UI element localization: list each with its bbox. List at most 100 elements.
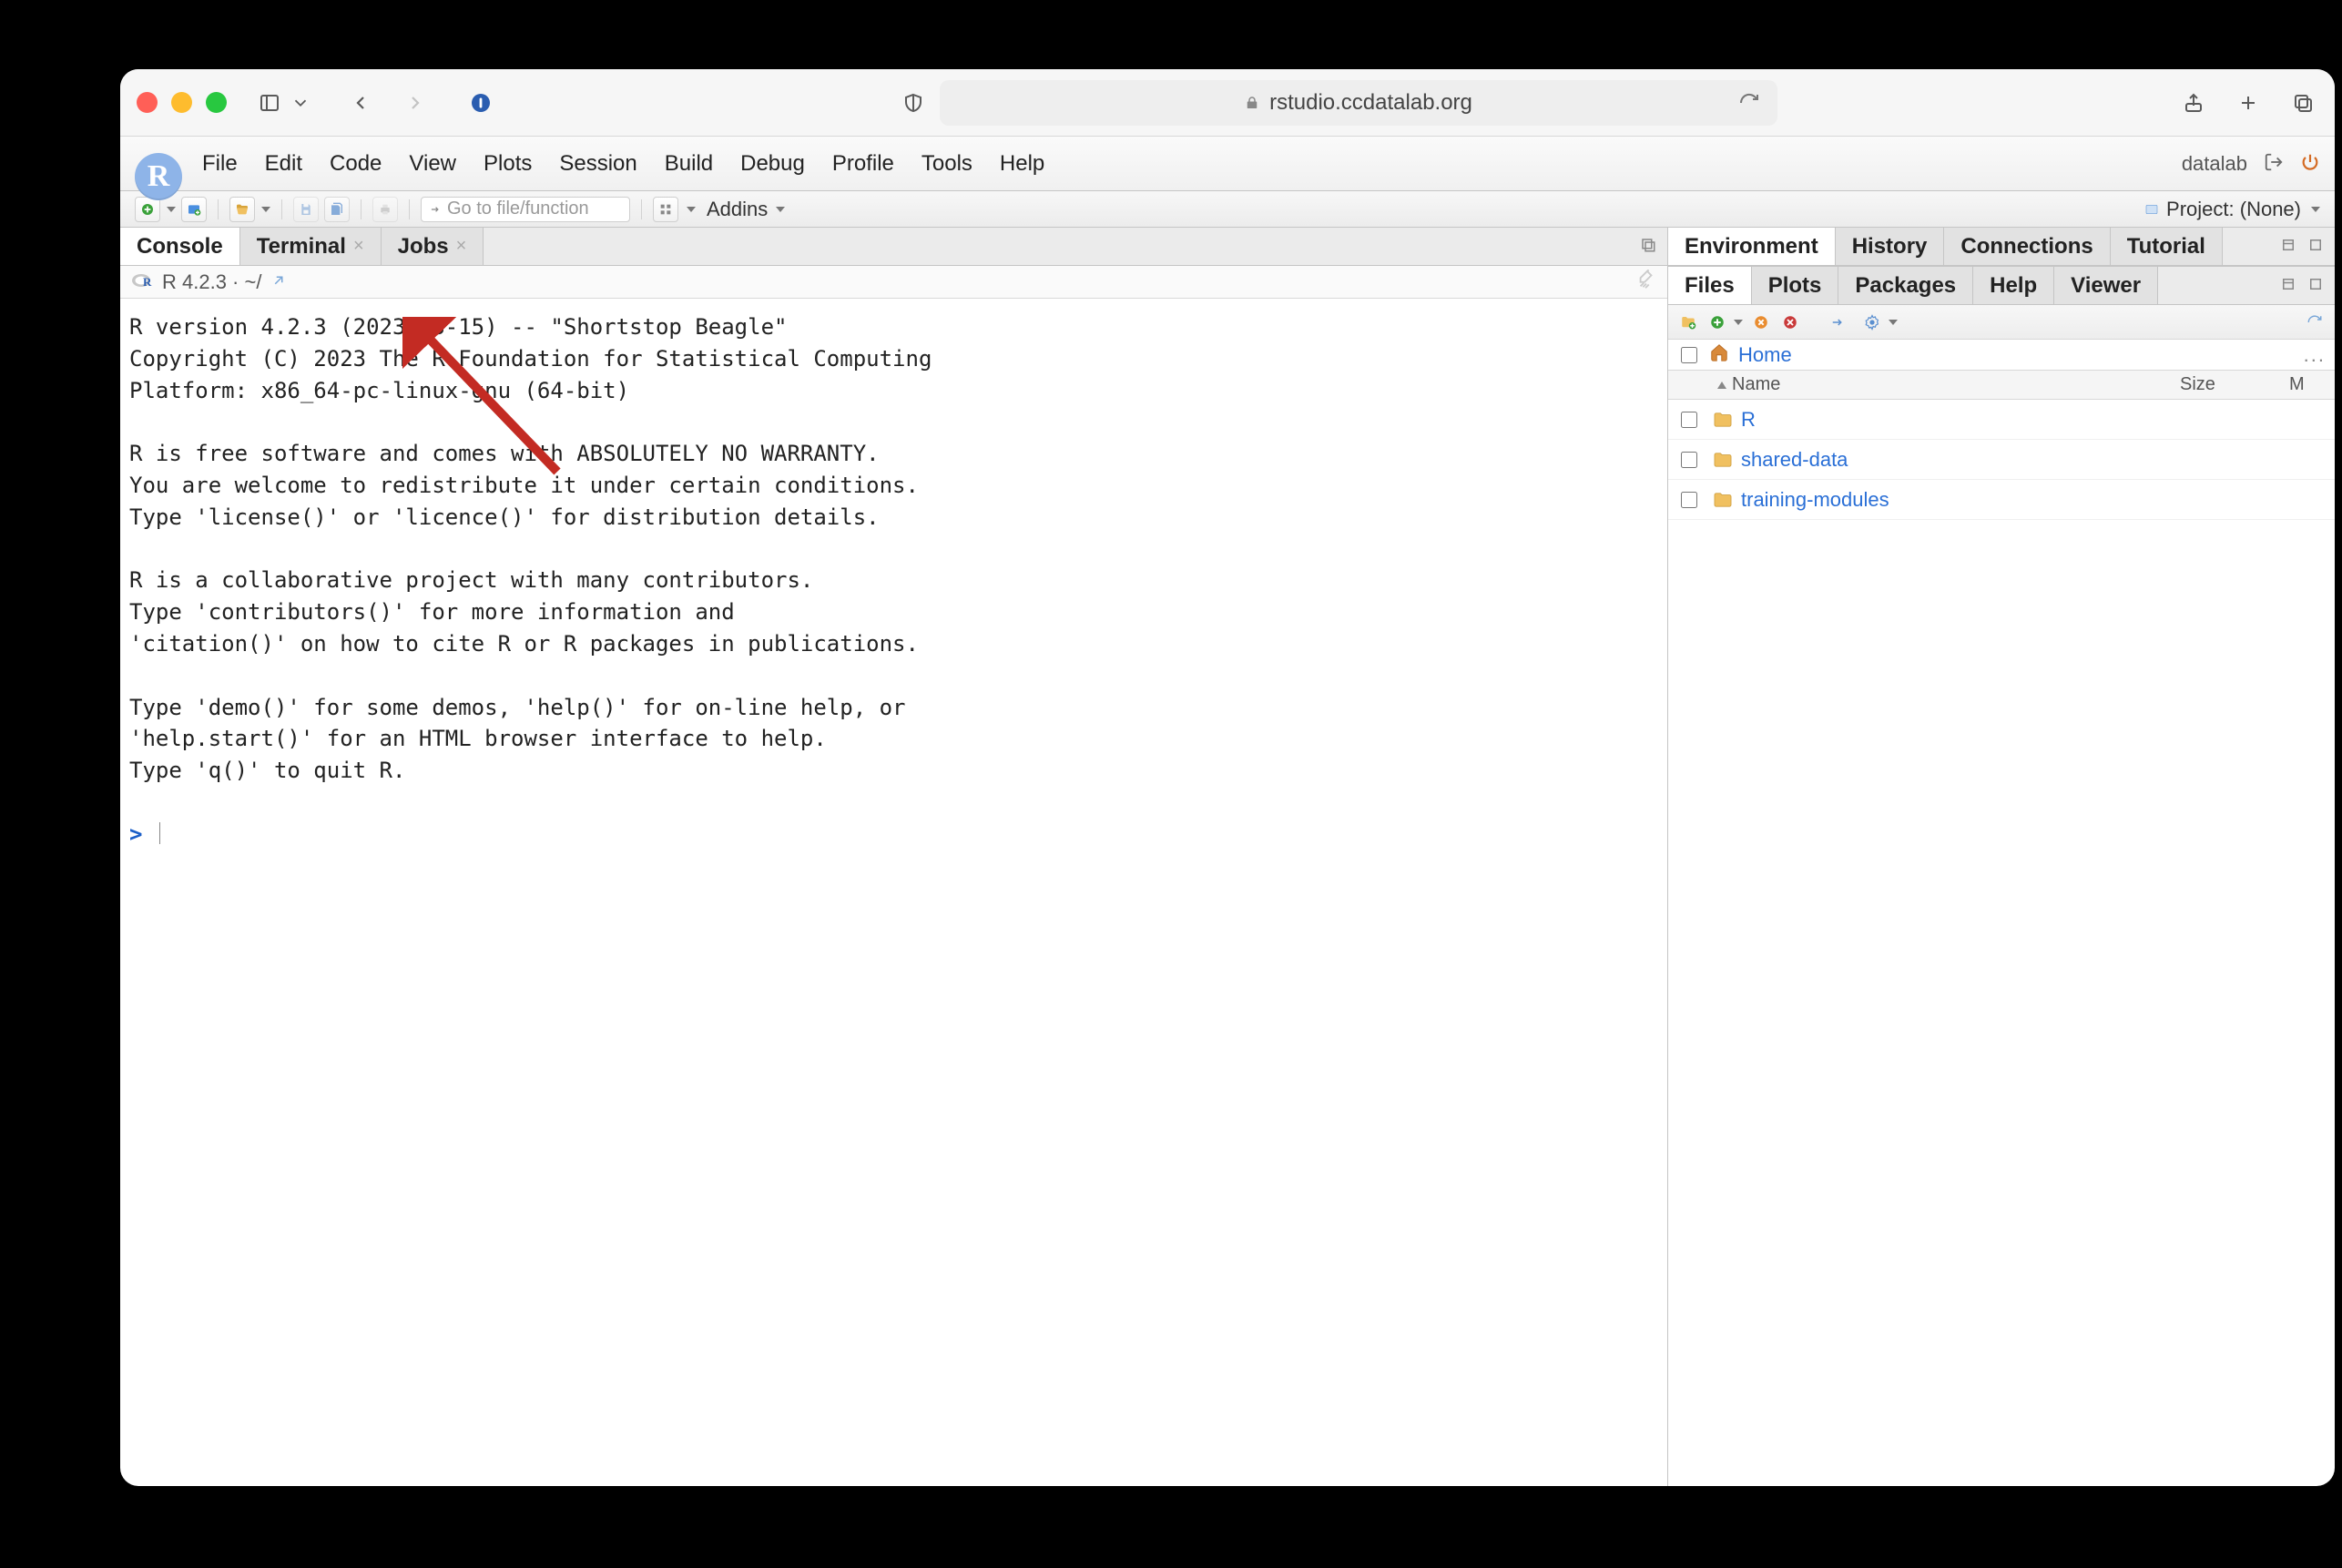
- remove-button[interactable]: [1779, 311, 1801, 333]
- select-all-checkbox[interactable]: [1681, 347, 1697, 363]
- back-button[interactable]: [345, 87, 376, 118]
- r-icon: R: [131, 269, 153, 296]
- open-file-button[interactable]: [229, 197, 255, 222]
- console-popout-icon[interactable]: [270, 270, 287, 294]
- more-caret[interactable]: [1889, 320, 1898, 325]
- breadcrumb-more[interactable]: ...: [2304, 343, 2326, 367]
- save-all-button[interactable]: [324, 197, 350, 222]
- pane-minimize-icon[interactable]: [2280, 276, 2296, 295]
- reload-button[interactable]: [1734, 87, 1765, 118]
- url-bar[interactable]: rstudio.ccdatalab.org: [940, 80, 1777, 126]
- new-project-button[interactable]: [181, 197, 207, 222]
- main-split: Console Terminal× Jobs× R R 4.2.3 · ~/ R…: [120, 228, 2335, 1486]
- tab-viewer[interactable]: Viewer: [2054, 267, 2158, 304]
- close-icon[interactable]: ×: [353, 236, 364, 257]
- console-output[interactable]: R version 4.2.3 (2023-03-15) -- "Shortst…: [120, 299, 1667, 1486]
- menu-code[interactable]: Code: [330, 151, 382, 177]
- menu-tools[interactable]: Tools: [922, 151, 972, 177]
- goto-placeholder: Go to file/function: [447, 199, 589, 219]
- tab-console[interactable]: Console: [120, 228, 240, 265]
- tab-packages[interactable]: Packages: [1838, 267, 1973, 304]
- menu-debug[interactable]: Debug: [740, 151, 805, 177]
- file-name[interactable]: training-modules: [1737, 488, 2171, 512]
- row-checkbox[interactable]: [1681, 412, 1697, 428]
- tab-environment[interactable]: Environment: [1668, 228, 1836, 265]
- menu-plots[interactable]: Plots: [484, 151, 532, 177]
- tab-connections[interactable]: Connections: [1944, 228, 2110, 265]
- files-toolbar: [1668, 305, 2335, 340]
- col-modified[interactable]: M: [2280, 374, 2335, 395]
- home-icon[interactable]: [1709, 342, 1729, 368]
- close-icon[interactable]: ×: [456, 236, 467, 257]
- pane-popout-icon[interactable]: [1640, 237, 1656, 256]
- new-folder-button[interactable]: [1677, 311, 1699, 333]
- save-button[interactable]: [293, 197, 319, 222]
- shield-icon[interactable]: [898, 87, 929, 118]
- breadcrumb-home[interactable]: Home: [1738, 343, 1792, 367]
- tab-history[interactable]: History: [1836, 228, 1945, 265]
- file-name[interactable]: shared-data: [1737, 448, 2171, 472]
- delete-button[interactable]: [1750, 311, 1772, 333]
- print-button[interactable]: [372, 197, 398, 222]
- file-row[interactable]: R: [1668, 400, 2335, 440]
- pane-maximize-icon[interactable]: [2307, 276, 2324, 295]
- tab-jobs[interactable]: Jobs×: [382, 228, 484, 265]
- project-label[interactable]: Project: (None): [2166, 198, 2301, 221]
- tab-tutorial[interactable]: Tutorial: [2111, 228, 2223, 265]
- file-row[interactable]: shared-data: [1668, 440, 2335, 480]
- open-recent-caret[interactable]: [261, 207, 270, 212]
- file-name[interactable]: R: [1737, 408, 2171, 432]
- menu-session[interactable]: Session: [559, 151, 636, 177]
- file-row[interactable]: training-modules: [1668, 480, 2335, 520]
- refresh-button[interactable]: [2304, 311, 2326, 333]
- upload-caret[interactable]: [1734, 320, 1743, 325]
- app-toolbar: Go to file/function Addins Project: (Non…: [120, 191, 2335, 228]
- new-tab-icon[interactable]: [2233, 87, 2264, 118]
- row-checkbox[interactable]: [1681, 452, 1697, 468]
- more-options-button[interactable]: [1861, 311, 1883, 333]
- lock-icon: [1244, 95, 1260, 111]
- new-file-button[interactable]: [135, 197, 160, 222]
- tab-files[interactable]: Files: [1668, 267, 1752, 304]
- power-icon[interactable]: [2300, 152, 2320, 175]
- addins-menu[interactable]: Addins: [707, 198, 785, 221]
- chevron-down-icon[interactable]: [290, 87, 311, 118]
- menu-view[interactable]: View: [409, 151, 456, 177]
- tab-overview-icon[interactable]: [2287, 87, 2318, 118]
- rstudio-logo[interactable]: R: [135, 153, 182, 200]
- project-icon: [2144, 202, 2159, 217]
- grid-button[interactable]: [653, 197, 678, 222]
- clear-console-icon[interactable]: [1636, 270, 1656, 295]
- share-icon[interactable]: [2178, 87, 2209, 118]
- goto-file-input[interactable]: Go to file/function: [421, 197, 630, 222]
- user-label: datalab: [2182, 152, 2247, 176]
- right-upper-pane: Environment History Connections Tutorial: [1668, 228, 2335, 267]
- menu-help[interactable]: Help: [1000, 151, 1044, 177]
- forward-button[interactable]: [400, 87, 431, 118]
- col-size[interactable]: Size: [2171, 374, 2280, 395]
- menu-profile[interactable]: Profile: [832, 151, 894, 177]
- zoom-window-button[interactable]: [206, 92, 227, 113]
- new-file-menu-caret[interactable]: [167, 207, 176, 212]
- close-window-button[interactable]: [137, 92, 158, 113]
- tab-plots[interactable]: Plots: [1752, 267, 1839, 304]
- grid-caret[interactable]: [687, 207, 696, 212]
- right-lower-pane: Files Plots Packages Help Viewer: [1668, 267, 2335, 1486]
- menu-file[interactable]: File: [202, 151, 238, 177]
- row-checkbox[interactable]: [1681, 492, 1697, 508]
- pane-maximize-icon[interactable]: [2307, 237, 2324, 256]
- col-name[interactable]: Name: [1708, 374, 2171, 395]
- tab-help[interactable]: Help: [1973, 267, 2054, 304]
- menu-build[interactable]: Build: [665, 151, 713, 177]
- project-caret[interactable]: [2311, 207, 2320, 212]
- pane-minimize-icon[interactable]: [2280, 237, 2296, 256]
- rename-button[interactable]: [1827, 311, 1848, 333]
- upload-button[interactable]: [1706, 311, 1728, 333]
- menu-edit[interactable]: Edit: [265, 151, 302, 177]
- folder-icon: [1708, 412, 1737, 428]
- tab-terminal[interactable]: Terminal×: [240, 228, 382, 265]
- onepassword-icon[interactable]: [465, 87, 496, 118]
- sidebar-toggle-icon[interactable]: [254, 87, 285, 118]
- signout-icon[interactable]: [2264, 152, 2284, 175]
- minimize-window-button[interactable]: [171, 92, 192, 113]
